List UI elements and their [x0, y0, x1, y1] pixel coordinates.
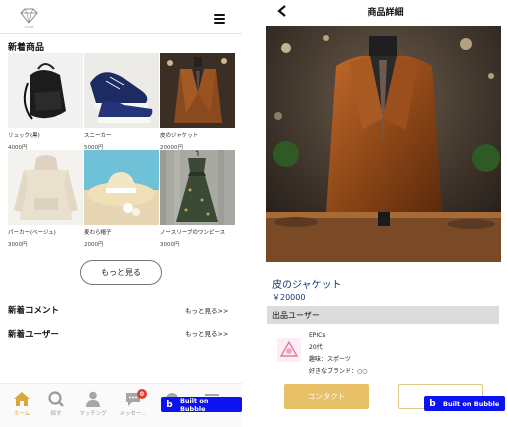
built-on-bubble-badge[interactable]: b Built on Bubble: [424, 396, 506, 411]
product-card[interactable]: 麦わら帽子 2000円: [84, 150, 159, 248]
product-name: パーカー(ベージュ): [8, 230, 56, 236]
comments-see-more-link[interactable]: もっと見る>>: [185, 305, 228, 315]
tab-search[interactable]: 探す: [36, 384, 76, 427]
product-card[interactable]: ノースリーブのワンピース 3000円: [160, 150, 235, 248]
product-hero-image: [266, 26, 501, 262]
seller-section-header: 出品ユーザー: [267, 306, 499, 324]
product-price: 2000円: [84, 242, 104, 248]
built-on-bubble-badge[interactable]: b Built on Bubble: [161, 396, 242, 413]
product-price: 3000円: [8, 242, 28, 248]
tab-label: マッチング: [79, 411, 107, 417]
new-users-title: 新着ユーザー: [8, 330, 59, 340]
tab-label: ホーム: [13, 411, 31, 417]
seller-section-title: 出品ユーザー: [272, 311, 320, 320]
seller-name[interactable]: EPICs: [309, 330, 367, 342]
bubble-badge-label: Built on Bubble: [443, 399, 500, 408]
user-icon: [86, 391, 100, 407]
seller-hobby: 趣味：スポーツ: [309, 356, 351, 363]
product-card[interactable]: 皮のジャケット 20000円: [160, 53, 235, 151]
bubble-badge-label: Built on Bubble: [179, 396, 209, 413]
tab-label: メッセー...: [119, 411, 147, 417]
tab-messages[interactable]: 0 メッセー...: [113, 384, 153, 427]
product-image-hoodie: [8, 150, 83, 225]
product-name: 皮のジャケット: [272, 280, 342, 291]
new-products-title: 新着商品: [8, 43, 45, 53]
logo-text: YOUR: [24, 25, 34, 29]
product-card[interactable]: リュック(黒) 4000円: [8, 53, 83, 151]
home-icon: [14, 392, 30, 406]
new-comments-title: 新着コメント: [8, 306, 60, 316]
product-image-sneakers: [84, 53, 159, 128]
product-name: リュック(黒): [8, 133, 40, 139]
top-bar: YOUR: [0, 0, 242, 34]
product-image-leather-jacket: [160, 53, 235, 128]
product-name: 麦わら帽子: [84, 230, 112, 236]
seller-age: 20代: [309, 344, 323, 351]
users-see-more-link[interactable]: もっと見る>>: [185, 328, 228, 338]
see-more-button[interactable]: もっと見る: [80, 260, 162, 285]
product-image-backpack: [8, 53, 83, 128]
product-name: スニーカー: [84, 133, 112, 139]
product-image-sleeveless-dress: [160, 150, 235, 225]
contact-button[interactable]: コンタクト: [284, 384, 369, 409]
search-icon: [48, 391, 64, 407]
message-count-badge: 0: [137, 389, 147, 399]
tab-matching[interactable]: マッチング: [73, 384, 113, 427]
product-card[interactable]: パーカー(ベージュ) 3000円: [8, 150, 83, 248]
bubble-logo-icon: b: [429, 398, 436, 409]
product-image-straw-hat: [84, 150, 159, 225]
seller-info: EPICs 20代 趣味：スポーツ 好きなブランド：○○: [309, 330, 367, 378]
home-screen: YOUR 新着商品 リュック(黒) 4000円 スニーカー 5000円 皮のジャ…: [0, 0, 242, 427]
product-name: ノースリーブのワンピース: [160, 230, 226, 236]
hamburger-menu-icon[interactable]: [214, 14, 225, 24]
seller-favorite-brand: 好きなブランド：○○: [309, 368, 368, 375]
product-detail-screen: 商品詳細 皮のジャケット ￥20000 出品ユーザー EPICs 20代 趣味：…: [264, 0, 507, 427]
tab-label: 探す: [50, 411, 62, 417]
product-name: 皮のジャケット: [160, 133, 199, 139]
seller-avatar[interactable]: [277, 338, 301, 362]
diamond-logo-icon[interactable]: [18, 8, 40, 26]
bubble-logo-icon: b: [166, 399, 173, 410]
product-card[interactable]: スニーカー 5000円: [84, 53, 159, 151]
product-price: ￥20000: [272, 293, 306, 302]
product-price: 3000円: [160, 242, 180, 248]
page-title: 商品詳細: [367, 8, 404, 18]
